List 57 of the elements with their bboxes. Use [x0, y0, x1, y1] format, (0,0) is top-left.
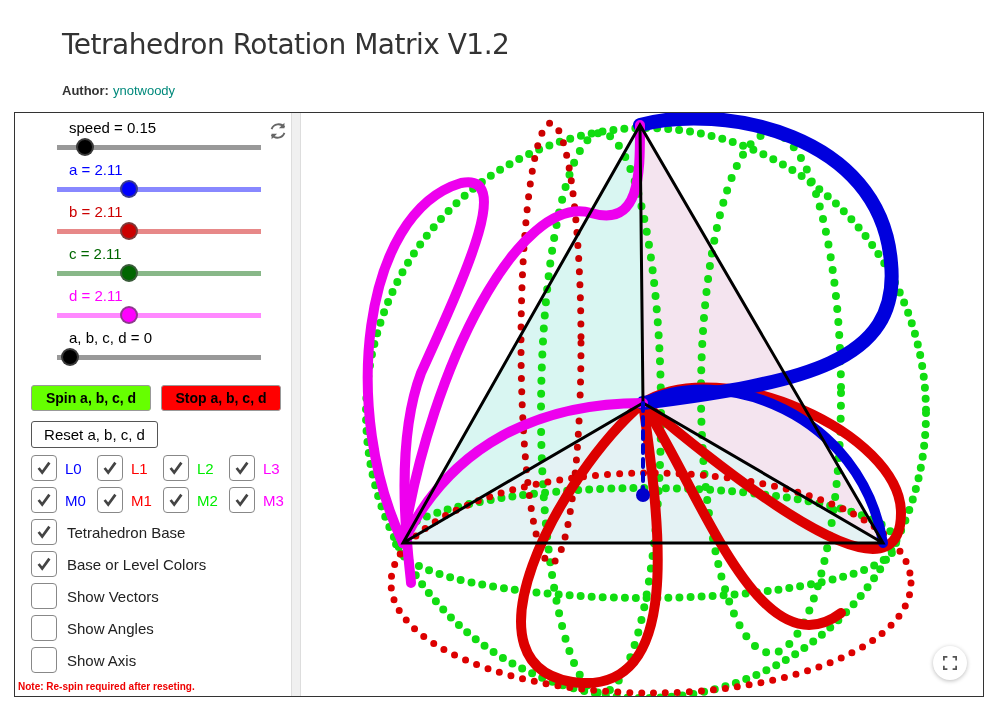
checkbox[interactable]	[97, 455, 123, 481]
check-icon	[35, 491, 53, 509]
check-icon	[101, 491, 119, 509]
check-icon	[233, 491, 251, 509]
checkbox[interactable]	[229, 487, 255, 513]
checkbox-label: Show Vectors	[67, 587, 159, 605]
checkbox-label: L2	[197, 459, 214, 477]
checkbox-label: M3	[263, 491, 284, 509]
note-text: Note: Re-spin required after reseting.	[18, 681, 195, 692]
slider-label: d = 2.11	[69, 287, 124, 305]
slider-thumb[interactable]	[60, 348, 79, 366]
checkbox[interactable]	[31, 455, 57, 481]
check-icon	[35, 555, 53, 573]
checkbox-label: Show Angles	[67, 619, 154, 637]
checkbox-label: Show Axis	[67, 651, 137, 669]
checkbox[interactable]	[163, 487, 189, 513]
checkbox-label: M1	[131, 491, 152, 509]
fullscreen-icon	[943, 656, 957, 670]
checkbox-label: M0	[65, 491, 86, 509]
checkbox-label: Base or Level Colors	[67, 555, 207, 573]
slider-label: a = 2.11	[69, 161, 124, 179]
checkbox[interactable]	[31, 615, 57, 641]
checkbox[interactable]	[163, 455, 189, 481]
slider-label: speed = 0.15	[69, 119, 158, 137]
slider-label: a, b, c, d = 0	[69, 329, 153, 347]
checkbox[interactable]	[97, 487, 123, 513]
slider-thumb[interactable]	[120, 180, 139, 198]
check-icon	[35, 459, 53, 477]
action-button[interactable]: Stop a, b, c, d	[161, 385, 281, 411]
fullscreen-button[interactable]	[933, 646, 967, 680]
checkbox-label: Tetrahedron Base	[67, 523, 186, 541]
check-icon	[35, 523, 53, 541]
checkbox[interactable]	[31, 583, 57, 609]
check-icon	[167, 491, 185, 509]
slider-thumb[interactable]	[75, 138, 94, 156]
author-label: Author:	[62, 83, 109, 98]
check-icon	[167, 459, 185, 477]
reset-button[interactable]: Reset a, b, c, d	[31, 421, 158, 448]
page-title: Tetrahedron Rotation Matrix V1.2	[62, 28, 510, 61]
slider-thumb[interactable]	[120, 222, 139, 240]
checkbox[interactable]	[31, 487, 57, 513]
checkbox-label: L0	[65, 459, 82, 477]
slider-label: c = 2.11	[69, 245, 123, 263]
check-icon	[233, 459, 251, 477]
slider-thumb[interactable]	[120, 264, 139, 282]
checkbox[interactable]	[31, 551, 57, 577]
checkbox[interactable]	[31, 647, 57, 673]
checkbox-label: L1	[131, 459, 148, 477]
author-link[interactable]: ynotwoody	[112, 83, 176, 98]
checkbox-label: M2	[197, 491, 218, 509]
slider-label: b = 2.11	[69, 203, 124, 221]
action-button[interactable]: Spin a, b, c, d	[31, 385, 151, 411]
checkbox-label: L3	[263, 459, 280, 477]
checkbox[interactable]	[31, 519, 57, 545]
checkbox[interactable]	[229, 455, 255, 481]
slider-thumb[interactable]	[120, 306, 139, 324]
check-icon	[101, 459, 119, 477]
